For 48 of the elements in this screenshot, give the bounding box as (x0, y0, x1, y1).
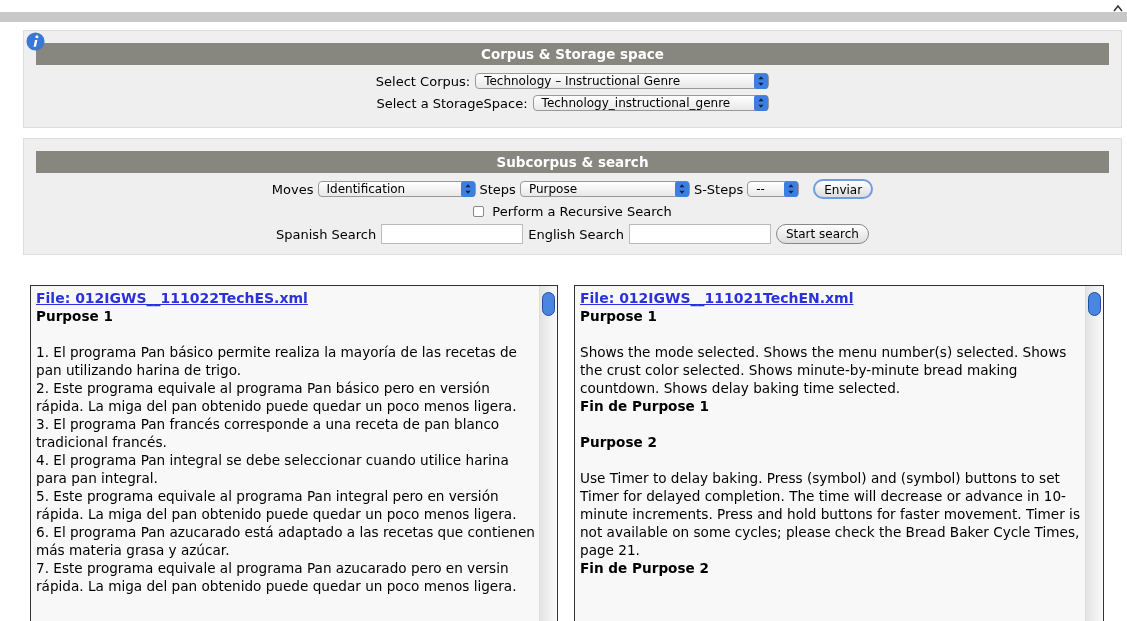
field-label: Select a StorageSpace: (376, 95, 528, 111)
file-link[interactable]: File: 012IGWS__111021TechEN.xml (580, 289, 1081, 307)
scrollbar[interactable] (539, 286, 557, 621)
scrollbar[interactable] (0, 12, 1127, 22)
section-heading: Fin de Purpose 2 (580, 559, 710, 577)
field-label: Spanish Search (276, 226, 377, 242)
search-field[interactable] (628, 224, 771, 244)
stepper-icon (460, 181, 475, 197)
storage-select[interactable]: Technology_instructional_genre (532, 95, 769, 111)
corpus-select[interactable]: Technology – Instructional Genre (475, 73, 770, 89)
field-label: Select Corpus: (375, 73, 471, 89)
scroll-thumb-icon[interactable] (542, 292, 555, 316)
paragraph: 5. Este programa equivale al programa Pan integral pero en versión rápida. La miga del pan obtenido puede quedar un poco menos ligera. (36, 487, 518, 523)
file-link[interactable]: File: 012IGWS__111022TechES.xml (36, 289, 535, 307)
stepper-icon (753, 95, 768, 111)
stepper-icon (784, 181, 799, 197)
section-header: Corpus & Storage space (36, 43, 1109, 65)
section-heading: Purpose 2 (580, 433, 658, 451)
scroll-thumb-icon[interactable] (1088, 292, 1101, 316)
search-field[interactable] (381, 224, 524, 244)
filter-label: S-Steps (693, 181, 744, 197)
paragraph: 1. El programa Pan básico permite realiza la mayoría de las recetas de pan utilizando harina de trigo. (36, 343, 518, 379)
filter-select[interactable]: Identification (317, 181, 476, 197)
section-heading: Purpose 1 (36, 307, 114, 325)
paragraph: 3. El programa Pan francés corresponde a una receta de pan blanco tradicional francés. (36, 415, 501, 451)
scrollbar[interactable] (1085, 286, 1103, 621)
stepper-icon (754, 73, 769, 89)
stepper-icon (674, 181, 689, 197)
filter-label: Moves (271, 181, 314, 197)
section-heading: Purpose 1 (580, 307, 658, 325)
filter-select[interactable]: Purpose (519, 181, 690, 197)
paragraph: 6. El programa Pan azucarado está adaptado a las recetas que contienen más materia grasa y azúcar. (36, 523, 535, 559)
filter-label: Steps (479, 181, 516, 197)
section-header: Subcorpus & search (36, 151, 1109, 173)
paragraph: Use Timer to delay baking. Press (symbol) and (symbol) buttons to set Timer for delayed completion. The time will decrease or advance in 10-minute increments. Press and hold buttons for faster movement. Timer is not available on some cycles; please check the Bread Baker Cycle Times, page 21. (580, 469, 1081, 559)
checkbox[interactable] (473, 205, 485, 217)
search-button[interactable]: Start search (775, 224, 869, 244)
caret-icon[interactable] (1113, 4, 1123, 12)
checkbox-label: Perform a Recursive Search (492, 203, 672, 219)
filter-select[interactable]: -- (747, 181, 800, 197)
paragraph: 2. Este programa equivale al programa Pan básico pero en versión rápida. La miga del pan obtenido puede quedar un poco menos ligera. (36, 379, 518, 415)
field-label: English Search (528, 226, 624, 242)
submit-button[interactable]: Enviar (813, 179, 874, 199)
paragraph: 4. El programa Pan integral se debe seleccionar cuando utilice harina para pan integral. (36, 451, 510, 487)
info-icon[interactable] (26, 32, 45, 51)
section-heading: Fin de Purpose 1 (580, 397, 710, 415)
paragraph: 7. Este programa equivale al programa Pan azucarado pero en versin rápida. La miga del pan obtenido puede quedar un poco menos ligera. (36, 559, 518, 595)
paragraph: Shows the mode selected. Shows the menu number(s) selected. Shows the crust color selected. Shows minute-by-minute bread making countdown. Shows delay baking time selected. (580, 343, 1068, 397)
